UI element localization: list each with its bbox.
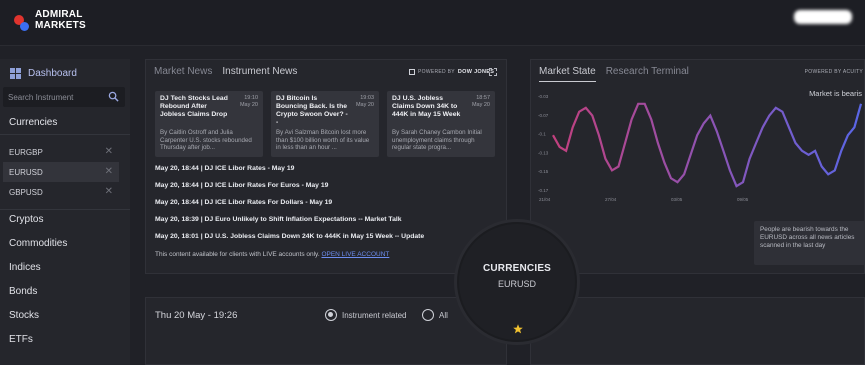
- news-panel: Market News Instrument News POWERED BY D…: [145, 59, 507, 274]
- radio-button[interactable]: [422, 309, 434, 321]
- news-card-date: May 20: [471, 101, 490, 108]
- account-menu[interactable]: [794, 10, 852, 24]
- divider: [0, 209, 130, 210]
- filter-all[interactable]: All: [422, 309, 448, 321]
- sentiment-chart: -0.03 -0.07 -0.1 -0.13 -0.15 -0.17 21/04 27/04 0…: [538, 94, 863, 202]
- nav-item-cryptos[interactable]: Cryptos: [9, 214, 43, 225]
- x-tick-label: 03/05: [671, 197, 683, 202]
- nav-item-commodities[interactable]: Commodities: [9, 238, 67, 249]
- close-icon[interactable]: ✕: [105, 146, 113, 158]
- y-tick-label: -0.1: [538, 132, 546, 137]
- tab-market-news[interactable]: Market News: [154, 66, 212, 77]
- y-tick-label: -0.17: [538, 188, 549, 193]
- close-icon[interactable]: ✕: [105, 186, 113, 198]
- y-tick-label: -0.13: [538, 150, 549, 155]
- news-card-body: By Sarah Chaney Cambon Initial unemploym…: [392, 129, 482, 151]
- radio-button[interactable]: [325, 309, 337, 321]
- dashboard-label: Dashboard: [28, 67, 77, 79]
- bearish-summary: People are bearish towards the EURUSD ac…: [754, 221, 865, 265]
- nav-item-stocks[interactable]: Stocks: [9, 310, 39, 321]
- dow-jones-logo-icon: [409, 69, 415, 75]
- news-headline[interactable]: May 20, 18:01 | DJ U.S. Jobless Claims D…: [155, 233, 424, 240]
- dashboard-icon: [10, 67, 21, 79]
- filter-label: All: [439, 310, 448, 320]
- powered-by-acuity: POWERED BY ACUITY: [804, 69, 863, 75]
- news-card-date: May 20: [355, 101, 374, 108]
- currency-item-gbpusd[interactable]: GBPUSD ✕: [3, 182, 119, 202]
- news-card-title: DJ U.S. Jobless Claims Down 34K to 444K …: [392, 95, 461, 118]
- dashboard-link[interactable]: Dashboard: [10, 65, 77, 81]
- sidebar: Dashboard Currencies EURGBP ✕ EURUSD ✕ G…: [0, 59, 130, 365]
- filter-label: Instrument related: [342, 310, 407, 320]
- news-tabs: Market News Instrument News: [154, 66, 297, 77]
- close-icon[interactable]: ✕: [105, 166, 113, 178]
- news-headline[interactable]: May 20, 18:44 | DJ ICE Libor Rates For D…: [155, 199, 332, 206]
- live-account-note: This content available for clients with …: [155, 251, 389, 258]
- chart-series-line: [552, 102, 863, 188]
- expand-icon[interactable]: [489, 68, 497, 76]
- news-card-title: DJ Bitcoin Is Bouncing Back. Is the Cryp…: [276, 95, 348, 126]
- divider: [0, 134, 130, 135]
- center-title: CURRENCIES: [482, 263, 552, 274]
- search-icon[interactable]: [108, 91, 119, 102]
- powered-prefix: POWERED BY: [418, 69, 455, 75]
- logo-mark-icon: [14, 15, 32, 31]
- live-note-text: This content available for clients with …: [155, 251, 320, 258]
- news-card-body: By Caitlin Ostroff and Julia Carpenter U…: [160, 129, 252, 151]
- powered-by-dow-jones: POWERED BY DOW JONES: [409, 69, 494, 75]
- y-tick-label: -0.03: [538, 94, 549, 99]
- tab-instrument-news[interactable]: Instrument News: [222, 66, 297, 77]
- section-currencies[interactable]: Currencies: [9, 117, 57, 128]
- timeline-datetime: Thu 20 May - 19:26: [155, 310, 238, 321]
- currency-item-eurusd[interactable]: EURUSD ✕: [3, 162, 119, 182]
- top-bar: ADMIRAL MARKETS: [0, 0, 865, 46]
- nav-item-bonds[interactable]: Bonds: [9, 286, 37, 297]
- search-input[interactable]: [3, 87, 103, 108]
- news-headline[interactable]: May 20, 18:44 | DJ ICE Libor Rates For E…: [155, 182, 328, 189]
- news-headline[interactable]: May 20, 18:39 | DJ Euro Unlikely to Shif…: [155, 216, 402, 223]
- timeline-panel: Thu 20 May - 19:26 Instrument related Al…: [145, 297, 507, 365]
- news-card-title: DJ Tech Stocks Lead Rebound After Jobles…: [160, 95, 228, 118]
- news-card-body: By Avi Salzman Bitcoin lost more than $1…: [276, 129, 370, 151]
- y-tick-label: -0.07: [538, 113, 549, 118]
- secondary-panel: [530, 297, 865, 365]
- tab-market-state[interactable]: Market State: [539, 66, 596, 82]
- currency-item-eurgbp[interactable]: EURGBP ✕: [3, 142, 119, 162]
- tab-research-terminal[interactable]: Research Terminal: [606, 66, 689, 82]
- filter-instrument-related[interactable]: Instrument related: [325, 309, 406, 321]
- news-card[interactable]: DJ U.S. Jobless Claims Down 34K to 444K …: [387, 91, 495, 157]
- news-card[interactable]: DJ Bitcoin Is Bouncing Back. Is the Cryp…: [271, 91, 379, 157]
- currency-label: EURGBP: [9, 147, 43, 157]
- center-instrument: EURUSD: [497, 279, 536, 289]
- news-card-date: May 20: [239, 101, 258, 108]
- nav-item-indices[interactable]: Indices: [9, 262, 41, 273]
- x-tick-label: 09/05: [737, 197, 749, 202]
- y-tick-label: -0.15: [538, 169, 549, 174]
- news-card[interactable]: DJ Tech Stocks Lead Rebound After Jobles…: [155, 91, 263, 157]
- currency-label: GBPUSD: [9, 187, 43, 197]
- open-live-account-link[interactable]: OPEN LIVE ACCOUNT: [321, 251, 389, 258]
- market-tabs: Market State Research Terminal: [539, 66, 689, 82]
- brand-line-2: MARKETS: [35, 20, 86, 31]
- brand-line-1: ADMIRAL: [35, 9, 83, 20]
- nav-item-etfs[interactable]: ETFs: [9, 334, 33, 345]
- brand-logo[interactable]: ADMIRAL MARKETS: [14, 9, 94, 37]
- news-headline[interactable]: May 20, 18:44 | DJ ICE Libor Rates - May…: [155, 165, 294, 172]
- search-box: [3, 87, 125, 108]
- favorite-star-icon[interactable]: [513, 324, 523, 334]
- x-tick-label: 27/04: [605, 197, 617, 202]
- market-state-panel: Market State Research Terminal POWERED B…: [530, 59, 865, 274]
- currency-label: EURUSD: [9, 167, 43, 177]
- x-tick-label: 21/04: [539, 197, 551, 202]
